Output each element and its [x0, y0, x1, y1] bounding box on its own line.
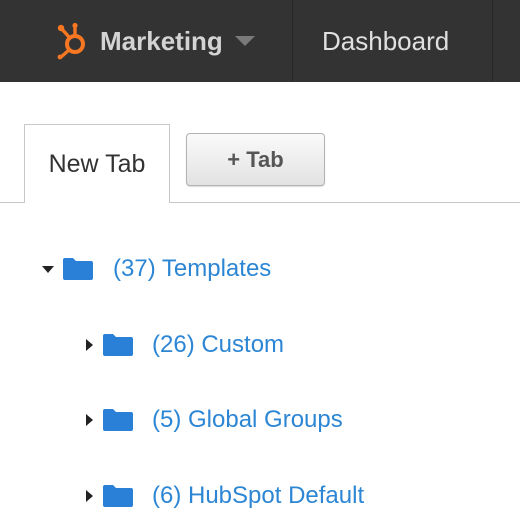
tab-new-tab[interactable]: New Tab [24, 124, 170, 203]
folder-icon [63, 258, 93, 280]
nav-divider [492, 0, 493, 82]
tree-item-hubspot-default[interactable]: (6) HubSpot Default [86, 480, 364, 512]
top-nav-bar: Marketing Dashboard [0, 0, 520, 82]
folder-icon [103, 485, 133, 507]
hubspot-logo-icon [57, 22, 85, 60]
nav-dashboard-link[interactable]: Dashboard [322, 26, 449, 57]
tree-item-label: (37) Templates [113, 255, 272, 282]
tree-item-label: (5) Global Groups [152, 406, 343, 433]
add-tab-button[interactable]: + Tab [186, 133, 325, 186]
caret-right-icon[interactable] [86, 339, 93, 351]
caret-down-icon[interactable] [42, 265, 54, 273]
tree-item-custom[interactable]: (26) Custom [86, 329, 284, 361]
folder-icon [103, 409, 133, 431]
caret-right-icon[interactable] [86, 490, 93, 502]
nav-divider [292, 0, 293, 82]
caret-right-icon[interactable] [86, 414, 93, 426]
tree-item-global-groups[interactable]: (5) Global Groups [86, 404, 343, 436]
folder-icon [103, 334, 133, 356]
marketing-label: Marketing [100, 25, 223, 56]
tree-item-templates[interactable]: (37) Templates [42, 253, 271, 285]
tree-item-label: (6) HubSpot Default [152, 482, 365, 509]
marketing-menu[interactable]: Marketing [52, 18, 255, 64]
chevron-down-icon [234, 36, 255, 46]
tree-item-label: (26) Custom [152, 331, 285, 358]
